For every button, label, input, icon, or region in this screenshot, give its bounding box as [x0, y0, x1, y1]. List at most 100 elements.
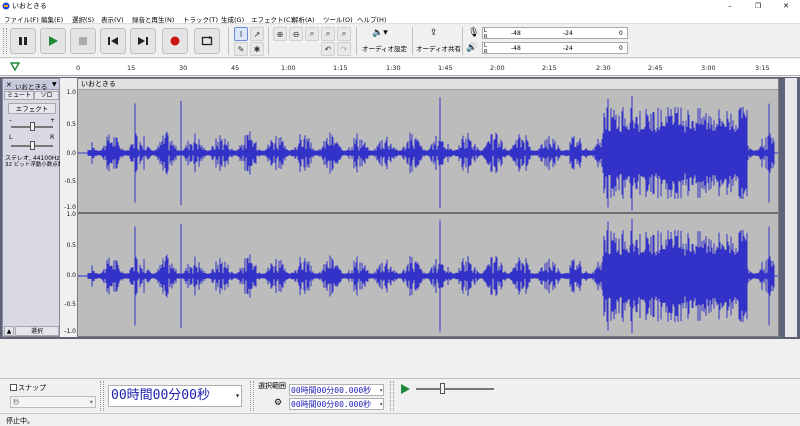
fit-selection-button[interactable]: ⌕ [305, 27, 319, 41]
minimize-button[interactable]: – [716, 0, 744, 12]
chevron-down-icon: ▾ [235, 391, 240, 400]
gain-plus-label: + [50, 117, 56, 124]
effects-button[interactable]: エフェクト [8, 103, 56, 114]
pause-button[interactable] [10, 28, 36, 54]
loop-button[interactable] [194, 28, 220, 54]
multi-tool-button[interactable]: ✱ [250, 42, 264, 56]
gain-slider-thumb[interactable] [30, 122, 35, 131]
time-value: 00時間00分00秒 [111, 388, 210, 403]
zoom-out-button[interactable]: ⊖ [289, 27, 303, 41]
play-at-speed-icon[interactable] [400, 384, 410, 394]
fit-project-icon: ⌕ [325, 29, 331, 38]
mute-button[interactable]: ミュート [4, 91, 34, 100]
share-icon: ⇪ [430, 28, 438, 38]
fit-selection-icon: ⌕ [309, 29, 315, 38]
maximize-button[interactable]: ❐ [744, 0, 772, 12]
menu-help[interactable]: ヘルプ(H) [357, 14, 386, 24]
snap-unit-select[interactable]: 秒 ▾ [10, 396, 96, 408]
play-button[interactable] [40, 28, 66, 54]
y-tick: 1.0 [66, 89, 76, 96]
meter-channel-r: R [484, 49, 488, 55]
menu-tracks[interactable]: トラック(T) [183, 14, 218, 24]
y-tick: 0.5 [66, 242, 76, 249]
skip-start-button[interactable] [100, 28, 126, 54]
pan-slider-thumb[interactable] [30, 141, 35, 150]
track-menu-button[interactable]: ▼ [52, 81, 57, 88]
ruler-tick: 2:00 [490, 64, 505, 72]
selection-start-value: 00時間00分00.000秒 [291, 386, 372, 395]
play-speed-slider[interactable] [416, 388, 494, 390]
selection-start-field[interactable]: 00時間00分00.000秒 ▾ [289, 384, 384, 396]
menu-effect[interactable]: エフェクト(C) [251, 14, 293, 24]
audio-share-label: オーディオ共有 [416, 45, 462, 53]
y-tick: 0.5 [66, 121, 76, 128]
time-display[interactable]: 00時間00分00秒 ▾ [108, 385, 242, 407]
undo-icon: ↶ [324, 44, 332, 54]
audio-share-button[interactable]: ⇪ オーディオ共有 [416, 28, 462, 54]
ibeam-icon: I [239, 29, 243, 39]
menu-analyze[interactable]: 解析(A) [292, 14, 315, 24]
vertical-scrollbar[interactable] [785, 78, 797, 337]
ruler-tick: 15 [127, 64, 136, 72]
stop-button[interactable] [70, 28, 96, 54]
y-tick: 0.0 [66, 272, 76, 279]
undo-button[interactable]: ↶ [321, 42, 335, 56]
meter-tick-24: -24 [563, 30, 573, 37]
play-speed-thumb[interactable] [440, 383, 445, 394]
track-close-button[interactable]: ✕ [6, 81, 12, 89]
menu-generate[interactable]: 生成(G) [221, 14, 244, 24]
zoom-toggle-icon: ⌕ [341, 29, 347, 38]
waveform-right-channel [78, 218, 778, 334]
track-name[interactable]: いおときる [15, 81, 47, 91]
menu-tools[interactable]: ツール(O) [323, 14, 353, 24]
select-track-button[interactable]: 選択 [15, 326, 59, 336]
skip-end-button[interactable] [130, 28, 156, 54]
timeline-ruler[interactable]: 0 15 30 45 1:00 1:15 1:30 1:45 2:00 2:15… [0, 59, 800, 76]
clip-name[interactable]: いおときる [78, 79, 778, 90]
zoom-toggle-button[interactable]: ⌕ [337, 27, 351, 41]
redo-button[interactable]: ↷ [337, 42, 351, 56]
toolbar-grip[interactable] [250, 381, 254, 411]
waveform-left-channel [78, 95, 778, 211]
pan-right-label: R [50, 134, 55, 141]
menu-file[interactable]: ファイル(F) [4, 14, 39, 24]
close-button[interactable]: ✕ [772, 0, 800, 12]
toolbar-grip[interactable] [390, 381, 394, 411]
timeline-options-icon[interactable] [10, 62, 20, 72]
envelope-tool-button[interactable]: ↗ [250, 27, 264, 41]
ruler-tick: 1:30 [386, 64, 401, 72]
record-button[interactable] [162, 28, 188, 54]
toolbar-grip[interactable] [3, 28, 7, 54]
y-tick: -1.0 [64, 328, 76, 335]
ruler-tick: 3:00 [701, 64, 716, 72]
record-icon [170, 36, 180, 46]
audio-setup-button[interactable]: 🔈▾ オーディオ設定 [362, 28, 408, 54]
play-icon [49, 36, 58, 46]
ruler-tick: 2:45 [648, 64, 663, 72]
speaker-icon: 🔈▾ [372, 28, 388, 38]
menu-edit[interactable]: 編集(E) [41, 14, 63, 24]
selection-tool-button[interactable]: I [234, 27, 248, 41]
menu-transport[interactable]: 録音と再生(N) [132, 14, 174, 24]
audio-clip[interactable] [77, 78, 779, 337]
snap-checkbox[interactable] [10, 384, 17, 391]
zoom-in-button[interactable]: ⊕ [273, 27, 287, 41]
gear-icon[interactable]: ⚙ [274, 398, 282, 408]
playback-meter[interactable]: L R -48 -24 0 [482, 42, 628, 55]
waveform[interactable] [78, 79, 778, 336]
pause-icon [19, 37, 27, 45]
ruler-tick: 1:15 [333, 64, 348, 72]
record-meter[interactable]: L R -48 -24 0 [482, 27, 628, 40]
fit-project-button[interactable]: ⌕ [321, 27, 335, 41]
audio-setup-label: オーディオ設定 [362, 45, 408, 53]
menu-view[interactable]: 表示(V) [101, 14, 124, 24]
toolbar-grip[interactable] [100, 381, 104, 411]
selection-end-value: 00時間00分00.000秒 [291, 400, 372, 409]
draw-tool-button[interactable]: ✎ [234, 42, 248, 56]
solo-button[interactable]: ソロ [34, 91, 59, 100]
collapse-track-button[interactable]: ▲ [4, 326, 14, 336]
gain-minus-label: – [9, 117, 12, 124]
microphone-icon: 🎙 [468, 28, 480, 38]
selection-end-field[interactable]: 00時間00分00.000秒 ▾ [289, 398, 384, 410]
menu-select[interactable]: 選択(S) [72, 14, 94, 24]
